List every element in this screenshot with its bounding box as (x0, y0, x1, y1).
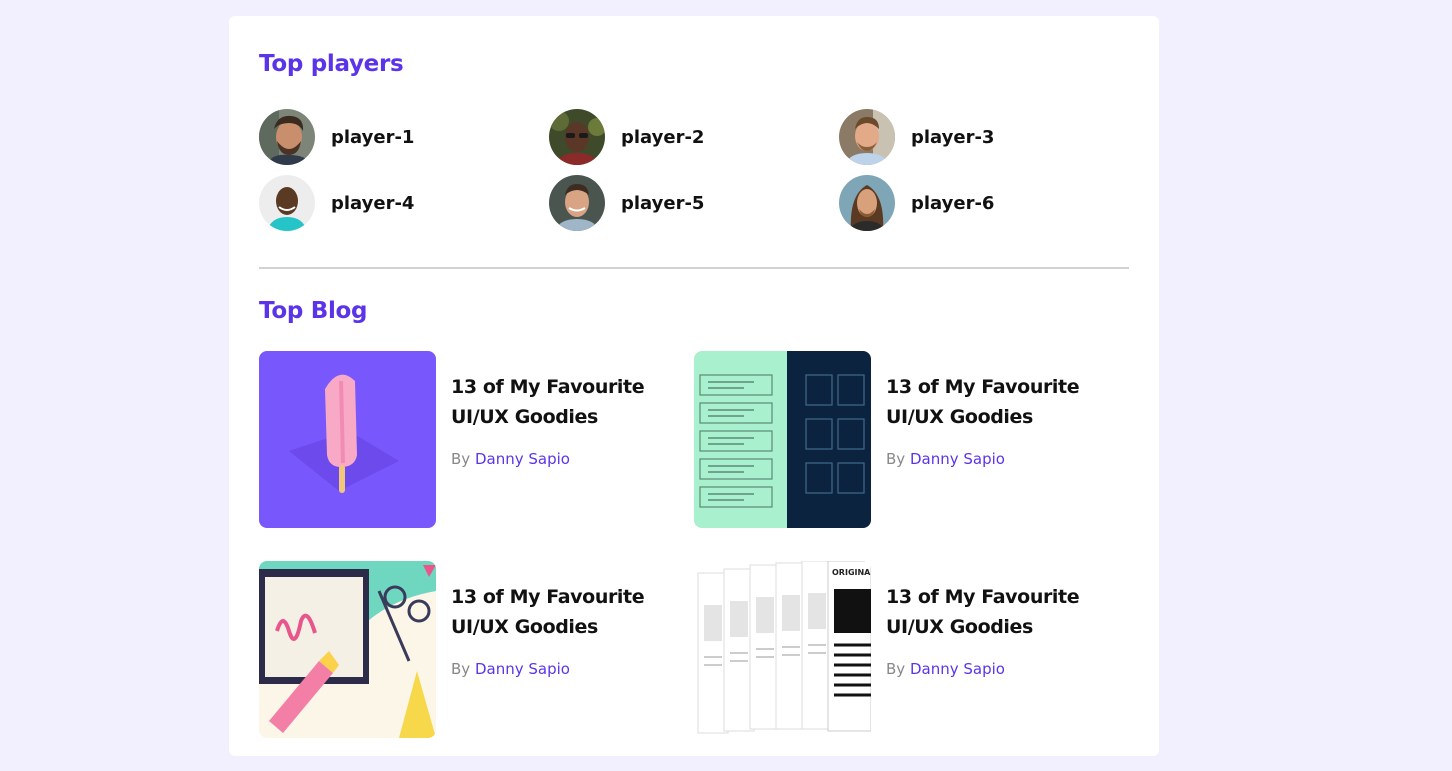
avatar[interactable] (549, 109, 605, 165)
by-label: By (886, 450, 906, 468)
players-grid: player-1 player-2 player-3 player-4 play… (259, 109, 1129, 241)
player-name[interactable]: player-6 (911, 193, 994, 214)
poster-label: ORIGINA (832, 568, 871, 577)
player-item[interactable]: player-4 (259, 175, 549, 231)
blog-text: 13 of My Favourite UI/UX Goodies By Dann… (871, 351, 1136, 468)
blog-text: 13 of My Favourite UI/UX Goodies By Dann… (436, 351, 694, 468)
blog-text: 13 of My Favourite UI/UX Goodies By Dann… (871, 561, 1136, 678)
blog-card[interactable]: 13 of My Favourite UI/UX Goodies By Dann… (259, 561, 694, 771)
player-item[interactable]: player-3 (839, 109, 1129, 165)
player-item[interactable]: player-6 (839, 175, 1129, 231)
blog-grid: 13 of My Favourite UI/UX Goodies By Dann… (259, 351, 1139, 771)
section-divider (259, 267, 1129, 269)
top-players-heading: Top players (259, 51, 404, 77)
by-label: By (451, 660, 471, 678)
blog-byline: By Danny Sapio (886, 450, 1136, 468)
blog-thumbnail[interactable]: ORIGINA (694, 561, 871, 738)
avatar[interactable] (259, 175, 315, 231)
player-name[interactable]: player-5 (621, 193, 704, 214)
blog-text: 13 of My Favourite UI/UX Goodies By Dann… (436, 561, 694, 678)
author-link[interactable]: Danny Sapio (910, 660, 1005, 678)
player-name[interactable]: player-2 (621, 127, 704, 148)
player-item[interactable]: player-5 (549, 175, 839, 231)
blog-byline: By Danny Sapio (886, 660, 1136, 678)
blog-thumbnail[interactable] (259, 561, 436, 738)
blog-card[interactable]: 13 of My Favourite UI/UX Goodies By Dann… (694, 351, 1139, 561)
blog-title[interactable]: 13 of My Favourite UI/UX Goodies (886, 372, 1136, 432)
blog-thumbnail[interactable] (259, 351, 436, 528)
author-link[interactable]: Danny Sapio (475, 660, 570, 678)
blog-byline: By Danny Sapio (451, 450, 694, 468)
avatar[interactable] (839, 109, 895, 165)
player-name[interactable]: player-4 (331, 193, 414, 214)
player-item[interactable]: player-1 (259, 109, 549, 165)
blog-card[interactable]: ORIGINA 13 of My Favourite UI/UX Goodies… (694, 561, 1139, 771)
player-item[interactable]: player-2 (549, 109, 839, 165)
avatar[interactable] (549, 175, 605, 231)
blog-title[interactable]: 13 of My Favourite UI/UX Goodies (451, 372, 694, 432)
author-link[interactable]: Danny Sapio (475, 450, 570, 468)
top-blog-heading: Top Blog (259, 298, 368, 324)
blog-thumbnail[interactable] (694, 351, 871, 528)
by-label: By (886, 660, 906, 678)
by-label: By (451, 450, 471, 468)
blog-card[interactable]: 13 of My Favourite UI/UX Goodies By Dann… (259, 351, 694, 561)
main-card: Top players player-1 player-2 player-3 p… (229, 16, 1159, 756)
player-name[interactable]: player-3 (911, 127, 994, 148)
author-link[interactable]: Danny Sapio (910, 450, 1005, 468)
player-name[interactable]: player-1 (331, 127, 414, 148)
avatar[interactable] (839, 175, 895, 231)
blog-title[interactable]: 13 of My Favourite UI/UX Goodies (886, 582, 1136, 642)
avatar[interactable] (259, 109, 315, 165)
blog-title[interactable]: 13 of My Favourite UI/UX Goodies (451, 582, 694, 642)
blog-byline: By Danny Sapio (451, 660, 694, 678)
